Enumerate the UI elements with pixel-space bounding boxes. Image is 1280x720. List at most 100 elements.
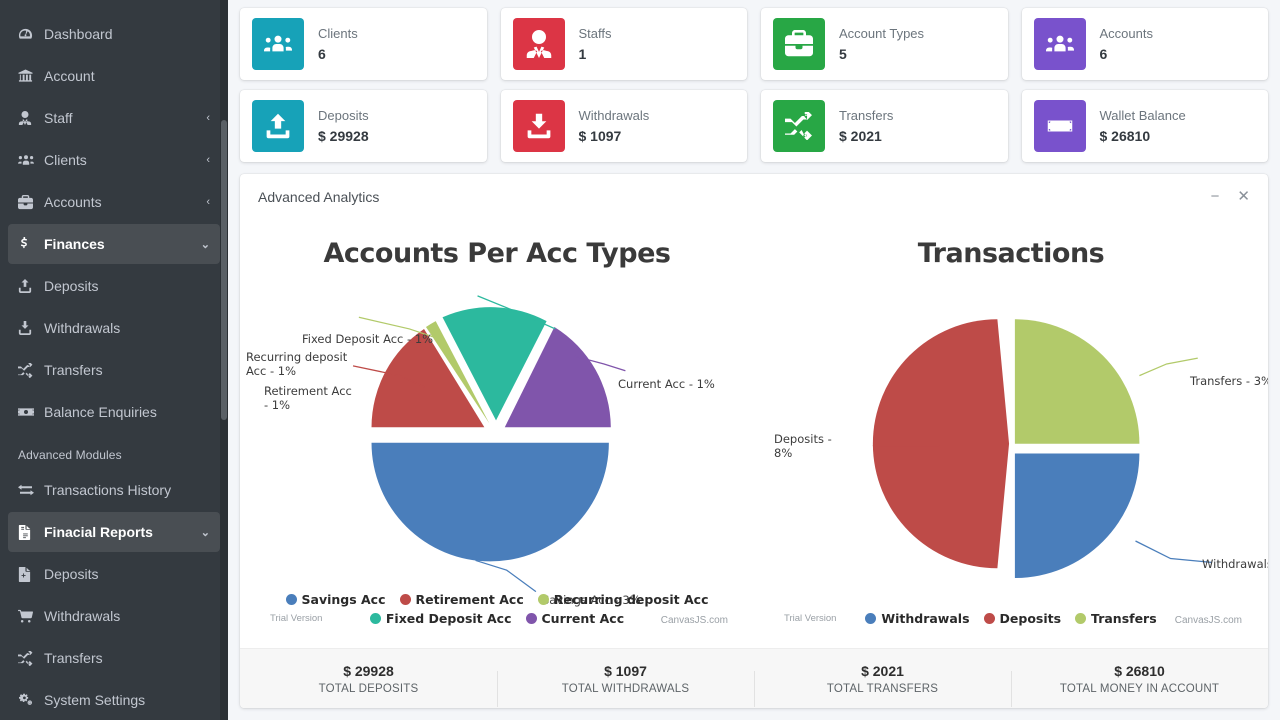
sidebar-item-system-settings[interactable]: System Settings [8,680,220,720]
chevron-down-icon[interactable]: ⌄ [201,526,210,539]
trial-version-watermark: Trial Version [784,613,837,624]
legend-label: Transfers [1091,611,1157,626]
sidebar-item-clients[interactable]: Clients ‹ [8,140,220,180]
legend-item[interactable]: Current Acc [525,611,624,626]
sidebar-item-account[interactable]: Account [8,56,220,96]
stat-card-transfers[interactable]: Transfers $ 2021 [761,90,1008,162]
stat-card-withdrawals[interactable]: Withdrawals $ 1097 [500,90,747,162]
sidebar-item-reports-deposits[interactable]: Deposits [8,554,220,594]
stat-card-label: Wallet Balance [1099,108,1186,123]
stat-card-label: Accounts [1099,26,1153,41]
trial-version-watermark: Trial Version [270,613,323,624]
stat-card-clients[interactable]: Clients 6 [240,8,487,80]
sidebar-item-finacial-reports[interactable]: Finacial Reports ⌄ [8,512,220,552]
minimize-icon[interactable]: − [1211,189,1220,204]
total-value: $ 26810 [1114,662,1165,679]
shuffle-icon [18,362,44,378]
cart-icon [18,609,44,624]
sidebar-item-staff[interactable]: Staff ‹ [8,98,220,138]
advanced-analytics-panel: Advanced Analytics − ✕ Accounts Per Acc … [240,174,1268,708]
users-icon [18,152,44,168]
sidebar-item-dashboard[interactable]: Dashboard [8,14,220,54]
sidebar-scrollbar-track[interactable] [220,0,228,720]
sidebar-item-transfers[interactable]: Transfers [8,350,220,390]
money-bill-icon [18,404,44,420]
legend-label: Fixed Deposit Acc [385,611,512,626]
cogs-icon [18,692,44,708]
chevron-down-icon[interactable]: ⌄ [201,238,210,251]
sidebar-scrollbar-thumb[interactable] [221,120,227,420]
close-icon[interactable]: ✕ [1237,189,1250,204]
stat-card-text: Transfers $ 2021 [839,108,893,144]
file-plus-icon [18,566,44,582]
stat-card-text: Clients 6 [318,26,358,62]
sidebar: Dashboard Account Staff ‹ Clients ‹ Acco… [0,0,228,720]
chevron-left-icon[interactable]: ‹ [206,196,210,208]
legend-item[interactable]: Savings Acc [285,592,386,607]
legend-item[interactable]: Transfers [1075,611,1157,626]
chevron-left-icon[interactable]: ‹ [206,154,210,166]
sidebar-item-label: System Settings [44,692,146,708]
legend-color-dot [285,594,297,605]
legend-label: Retirement Acc [415,592,524,607]
sidebar-item-deposits[interactable]: Deposits [8,266,220,306]
stat-card-text: Account Types 5 [839,26,924,62]
sidebar-item-label: Staff [44,110,73,126]
sidebar-item-label: Balance Enquiries [44,404,157,420]
legend-color-dot [537,594,549,605]
panel-header: Advanced Analytics − ✕ [240,174,1268,220]
stat-card-label: Clients [318,26,358,41]
pie-label-current-acc: Current Acc - 1% [618,377,715,391]
pie-chart-accounts[interactable] [240,220,754,648]
stat-card-value: $ 1097 [578,128,622,144]
stat-card-wallet-balance[interactable]: Wallet Balance $ 26810 [1021,90,1268,162]
chevron-left-icon[interactable]: ‹ [206,112,210,124]
stat-card-value: $ 29928 [318,128,369,144]
legend-item[interactable]: Deposits [983,611,1061,626]
pie-slice-transfers [1014,319,1140,444]
stat-card-text: Accounts 6 [1100,26,1153,62]
main-content: Clients 6 Staffs 1 Account Types 5 Accou… [228,0,1280,720]
sidebar-item-reports-withdrawals[interactable]: Withdrawals [8,596,220,636]
leader-line-withdrawals [1135,540,1212,564]
stat-card-text: Deposits $ 29928 [318,108,369,144]
download-icon [512,100,565,152]
dollar-icon [18,236,44,252]
sidebar-item-accounts[interactable]: Accounts ‹ [8,182,220,222]
pie-slice-savings-acc [371,442,609,562]
total-withdrawals: $ 1097 TOTAL WITHDRAWALS [497,662,754,707]
stat-card-deposits[interactable]: Deposits $ 29928 [240,90,487,162]
sidebar-item-finances[interactable]: Finances ⌄ [8,224,220,264]
stat-card-value: 5 [839,46,847,62]
leader-line-savings [475,559,537,593]
stat-card-row-1: Clients 6 Staffs 1 Account Types 5 Accou… [240,8,1268,80]
stat-card-accounts[interactable]: Accounts 6 [1021,8,1268,80]
pie-label-retirement-acc: Retirement Acc - 1% [264,384,352,413]
legend-item[interactable]: Recurring deposit Acc [537,592,709,607]
sidebar-item-balance-enquiries[interactable]: Balance Enquiries [8,392,220,432]
stat-card-account-types[interactable]: Account Types 5 [761,8,1008,80]
stat-card-staffs[interactable]: Staffs 1 [500,8,747,80]
upload-icon [252,100,304,152]
sidebar-item-withdrawals[interactable]: Withdrawals [8,308,220,348]
legend-item[interactable]: Retirement Acc [399,592,524,607]
stat-card-label: Withdrawals [578,108,650,123]
legend-item[interactable]: Fixed Deposit Acc [369,611,512,626]
total-label: TOTAL MONEY IN ACCOUNT [1059,682,1220,695]
canvasjs-credit: CanvasJS.com [1174,615,1242,626]
sidebar-item-label: Clients [44,152,87,168]
total-label: TOTAL TRANSFERS [826,682,939,695]
stat-card-text: Staffs 1 [579,26,612,62]
sidebar-item-label: Accounts [44,194,102,210]
total-value: $ 1097 [604,662,647,679]
legend-label: Recurring deposit Acc [553,592,709,607]
legend-item[interactable]: Withdrawals [865,611,970,626]
panel-title: Advanced Analytics [258,188,380,205]
sidebar-item-label: Withdrawals [44,320,121,336]
panel-body: Accounts Per Acc Types Fixed Deposit Acc… [240,220,1268,648]
sidebar-item-reports-transfers[interactable]: Transfers [8,638,220,678]
sidebar-item-label: Finances [44,236,105,252]
pie-label-deposits: Deposits - 8% [774,432,832,461]
canvasjs-credit: CanvasJS.com [660,615,728,626]
sidebar-item-transactions-history[interactable]: Transactions History [8,470,220,510]
